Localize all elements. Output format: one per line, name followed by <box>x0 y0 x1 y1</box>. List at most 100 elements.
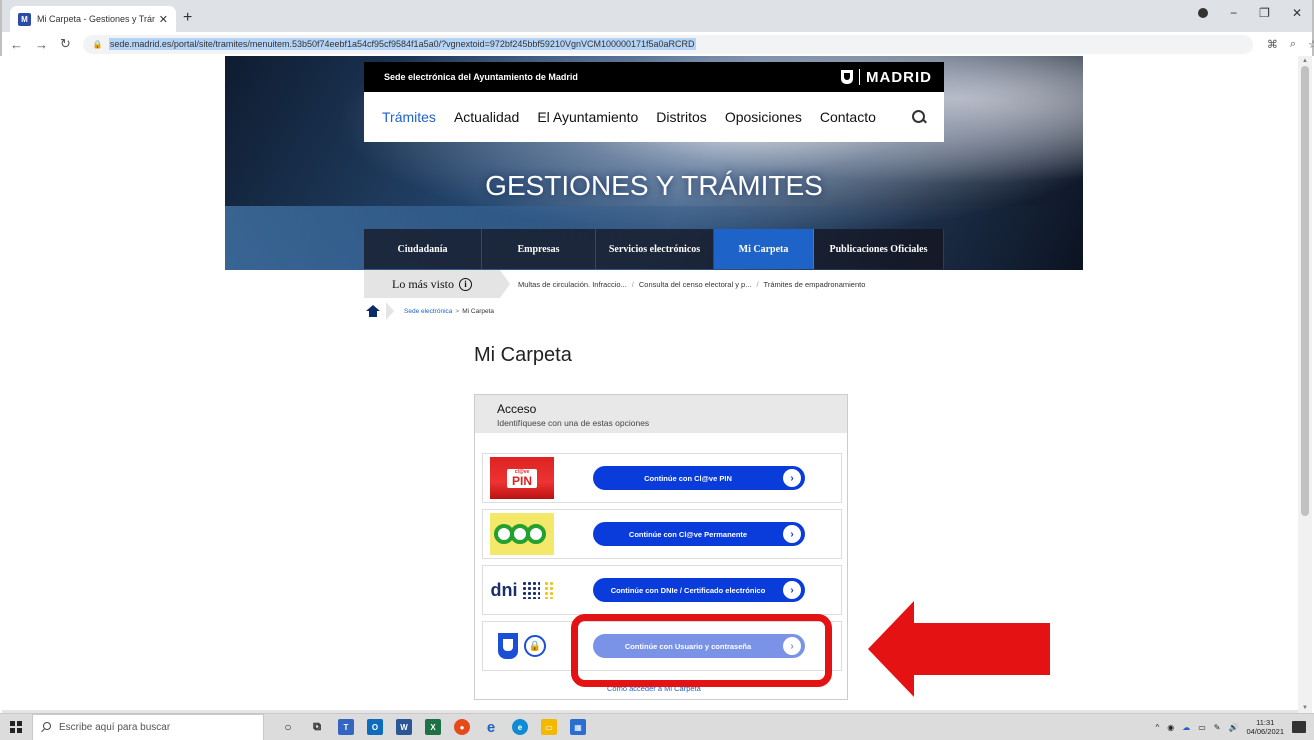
nav-item-oposiciones[interactable]: Oposiciones <box>725 109 802 125</box>
acceso-title: Acceso <box>497 402 537 416</box>
nav-item-distritos[interactable]: Distritos <box>656 109 707 125</box>
taskbar-apps: ○ ⧉ T O W X ● e e ▭ ▦ <box>280 719 586 736</box>
notification-icon[interactable] <box>1292 721 1306 733</box>
page-scrollbar[interactable]: ▲ ▼ <box>1298 56 1312 713</box>
clave-permanente-icon <box>490 513 554 555</box>
tray-clock[interactable]: 11:31 04/06/2021 <box>1246 718 1284 736</box>
onedrive-icon[interactable]: ☁ <box>1182 723 1190 732</box>
scrollbar-thumb[interactable] <box>1301 66 1309 516</box>
acceso-subtitle: Identifíquese con una de estas opciones <box>497 418 650 428</box>
madrid-logo[interactable]: MADRID <box>841 69 932 86</box>
lo-mas-visto-bar: Lo más visto i Multas de circulación. In… <box>364 270 944 298</box>
clave-permanente-button[interactable]: Continúe con Cl@ve Permanente › <box>593 522 805 546</box>
edge-icon[interactable]: e <box>512 719 528 735</box>
shield-icon <box>841 70 853 84</box>
popular-link[interactable]: Consulta del censo electoral y p... <box>639 280 752 289</box>
nav-item-tramites[interactable]: Trámites <box>382 109 436 125</box>
forward-icon[interactable]: → <box>35 37 48 52</box>
browser-tab[interactable]: M Mi Carpeta - Gestiones y Trámite ✕ <box>10 6 176 32</box>
taskbar-search-placeholder: Escribe aquí para buscar <box>59 721 171 733</box>
breadcrumb-arrow <box>386 302 394 320</box>
madrid-shield-icon <box>498 633 518 659</box>
translate-icon[interactable]: ⌘ <box>1267 38 1278 51</box>
pen-icon[interactable]: ✎ <box>1214 723 1221 732</box>
sede-label[interactable]: Sede electrónica del Ayuntamiento de Mad… <box>384 72 578 82</box>
teams-icon[interactable]: T <box>338 719 354 735</box>
zoom-icon[interactable]: ⌕ <box>1290 38 1296 51</box>
option-dnie: dni Continúe con DNIe / Certificado elec… <box>482 565 842 615</box>
popular-link[interactable]: Trámites de empadronamiento <box>764 280 866 289</box>
logo-text: MADRID <box>866 68 932 86</box>
minimize-icon[interactable]: − <box>1230 6 1237 20</box>
window-controls: − ❐ ✕ <box>1198 6 1302 20</box>
dnie-button[interactable]: Continúe con DNIe / Certificado electrón… <box>593 578 805 602</box>
annotation-arrow-icon <box>868 601 1050 697</box>
cortana-icon[interactable]: ○ <box>280 719 296 735</box>
padlock-icon: 🔒 <box>524 635 546 657</box>
word-icon[interactable]: W <box>396 719 412 735</box>
dnie-logo: dni <box>489 569 555 611</box>
breadcrumb-current: Mi Carpeta <box>462 307 495 315</box>
taskbar-search-input[interactable]: Escribe aquí para buscar <box>32 713 264 740</box>
volume-icon[interactable]: 🔊 <box>1228 723 1238 732</box>
search-icon[interactable] <box>912 110 926 124</box>
arrow-shape <box>868 601 1050 697</box>
ie-icon[interactable]: e <box>483 719 499 736</box>
star-icon[interactable]: ☆ <box>1308 38 1314 51</box>
info-icon[interactable]: i <box>459 277 472 291</box>
network-icon[interactable]: ▭ <box>1198 723 1206 732</box>
clave-permanente-logo <box>489 513 555 555</box>
chevron-up-icon[interactable]: ^ <box>1155 723 1159 732</box>
restore-icon[interactable]: ❐ <box>1259 6 1270 20</box>
tab-title: Mi Carpeta - Gestiones y Trámite <box>37 14 155 24</box>
breadcrumb-separator: > <box>455 307 460 315</box>
sub-nav: Ciudadanía Empresas Servicios electrónic… <box>364 229 944 269</box>
chrome-icon[interactable]: ● <box>454 719 470 735</box>
subnav-item-servicios[interactable]: Servicios electrónicos <box>596 229 714 269</box>
subnav-item-mi-carpeta[interactable]: Mi Carpeta <box>714 229 814 269</box>
windows-logo-icon <box>10 721 22 733</box>
excel-icon[interactable]: X <box>425 719 441 735</box>
chevron-right-icon: › <box>783 525 801 543</box>
url-text[interactable]: sede.madrid.es/portal/site/tramites/menu… <box>108 38 696 50</box>
clave-permanente-button-label: Continúe con Cl@ve Permanente <box>628 529 748 539</box>
lo-mas-visto-label: Lo más visto i <box>364 270 510 298</box>
address-bar[interactable]: 🔒 sede.madrid.es/portal/site/tramites/me… <box>82 34 1253 54</box>
close-tab-icon[interactable]: ✕ <box>159 13 168 26</box>
lock-icon[interactable]: 🔒 <box>93 40 103 49</box>
clave-pin-button[interactable]: Continúe con Cl@ve PIN › <box>593 466 805 490</box>
breadcrumb-home-link[interactable]: Sede electrónica <box>404 308 452 315</box>
web-page: GESTIONES Y TRÁMITES Sede electrónica de… <box>2 56 1300 713</box>
dnie-icon: dni <box>491 580 554 601</box>
home-icon[interactable] <box>366 305 380 317</box>
lo-mas-visto-links: Multas de circulación. Infraccio... / Co… <box>500 280 865 289</box>
scroll-down-icon[interactable]: ▼ <box>1302 705 1308 711</box>
record-icon[interactable] <box>1198 8 1209 18</box>
nav-item-ayuntamiento[interactable]: El Ayuntamiento <box>537 109 638 125</box>
outlook-icon[interactable]: O <box>367 719 383 735</box>
file-explorer-icon[interactable]: ▭ <box>541 719 557 735</box>
subnav-item-publicaciones[interactable]: Publicaciones Oficiales <box>814 229 944 269</box>
chevron-right-icon: › <box>783 469 801 487</box>
store-icon[interactable]: ▦ <box>570 719 586 735</box>
reload-icon[interactable]: ↻ <box>60 36 71 52</box>
subnav-item-empresas[interactable]: Empresas <box>482 229 596 269</box>
nav-item-actualidad[interactable]: Actualidad <box>454 109 519 125</box>
scroll-up-icon[interactable]: ▲ <box>1302 58 1308 64</box>
nav-item-contacto[interactable]: Contacto <box>820 109 876 125</box>
task-view-icon[interactable]: ⧉ <box>309 719 325 735</box>
browser-chrome: M Mi Carpeta - Gestiones y Trámite ✕ + −… <box>0 0 1314 56</box>
new-tab-button[interactable]: + <box>183 9 192 27</box>
option-clave-permanente: Continúe con Cl@ve Permanente › <box>482 509 842 559</box>
favicon-icon: M <box>18 12 31 26</box>
start-button[interactable] <box>0 714 32 740</box>
tab-strip: M Mi Carpeta - Gestiones y Trámite ✕ + −… <box>2 0 1312 32</box>
option-clave-pin: cl@ve PIN Continúe con Cl@ve PIN › <box>482 453 842 503</box>
close-window-icon[interactable]: ✕ <box>1292 6 1302 20</box>
popular-link[interactable]: Multas de circulación. Infraccio... <box>518 280 627 289</box>
subnav-item-ciudadania[interactable]: Ciudadanía <box>364 229 482 269</box>
tray-time: 11:31 <box>1256 718 1275 727</box>
back-icon[interactable]: ← <box>10 37 23 52</box>
dnie-logo-text: dni <box>490 579 518 600</box>
tray-app-icon[interactable]: ◉ <box>1167 723 1174 732</box>
